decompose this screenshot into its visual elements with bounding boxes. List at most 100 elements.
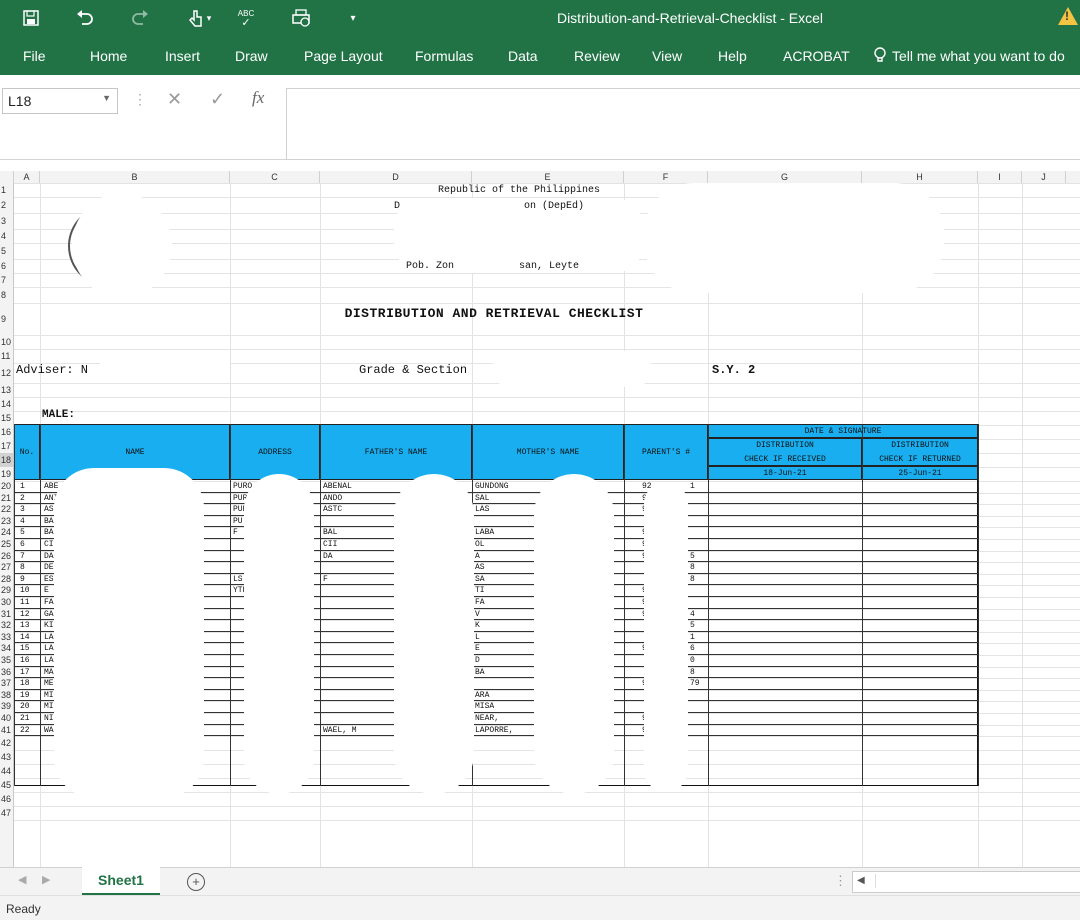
tab-help[interactable]: Help — [718, 37, 747, 75]
mother-name: AS — [475, 563, 485, 573]
row-header-1[interactable]: 1 — [0, 183, 13, 197]
row-header-34[interactable]: 34 — [0, 643, 13, 655]
row-header-41[interactable]: 41 — [0, 725, 13, 737]
row-header-31[interactable]: 31 — [0, 609, 13, 621]
scroll-left-icon[interactable]: ◀ — [18, 873, 26, 886]
student-name: LA — [44, 644, 54, 654]
row-header-39[interactable]: 39 — [0, 701, 13, 713]
row-number: 18 — [20, 679, 30, 689]
more-options-icon[interactable]: ⋮ — [133, 91, 147, 108]
tab-insert[interactable]: Insert — [165, 37, 200, 75]
row-header-29[interactable]: 29 — [0, 585, 13, 597]
split-handle-icon[interactable]: ⋮ — [834, 873, 847, 889]
row-header-33[interactable]: 33 — [0, 632, 13, 644]
father-name: ABENAL — [323, 482, 352, 491]
row-header-5[interactable]: 5 — [0, 243, 13, 259]
row-header-26[interactable]: 26 — [0, 551, 13, 563]
row-header-23[interactable]: 23 — [0, 516, 13, 528]
row-header-30[interactable]: 30 — [0, 597, 13, 609]
tab-file[interactable]: File — [23, 37, 46, 75]
row-header-16[interactable]: 16 — [0, 425, 13, 439]
name-box[interactable]: L18 ▼ — [2, 88, 118, 114]
tab-home[interactable]: Home — [90, 37, 127, 75]
row-header-19[interactable]: 19 — [0, 467, 13, 481]
column-header-e[interactable]: E — [472, 171, 624, 183]
column-header-a[interactable]: A — [14, 171, 40, 183]
column-header-j[interactable]: J — [1022, 171, 1066, 183]
formula-input[interactable] — [286, 88, 1080, 160]
row-header-45[interactable]: 45 — [0, 778, 13, 792]
row-header-22[interactable]: 22 — [0, 504, 13, 516]
row-header-13[interactable]: 13 — [0, 383, 13, 397]
row-header-20[interactable]: 20 — [0, 481, 13, 493]
sheet-tab-sheet1[interactable]: Sheet1 — [82, 867, 160, 896]
column-header-h[interactable]: H — [862, 171, 978, 183]
scroll-left-arrow-icon[interactable]: ◀ — [857, 875, 865, 886]
row-header-18[interactable]: 18 — [0, 453, 13, 467]
cancel-icon[interactable]: ✕ — [167, 89, 182, 110]
row-header-17[interactable]: 17 — [0, 439, 13, 453]
row-header-7[interactable]: 7 — [0, 273, 13, 287]
parent-number-part: 1 — [690, 632, 695, 642]
scroll-right-icon[interactable]: ▶ — [42, 873, 50, 886]
row-number: 7 — [20, 551, 25, 561]
row-header-21[interactable]: 21 — [0, 493, 13, 505]
row-header-28[interactable]: 28 — [0, 574, 13, 586]
row-header-40[interactable]: 40 — [0, 713, 13, 725]
row-header-36[interactable]: 36 — [0, 667, 13, 679]
father-name: ANDO — [323, 493, 343, 503]
column-header-f[interactable]: F — [624, 171, 708, 183]
row-header-27[interactable]: 27 — [0, 562, 13, 574]
row-header-24[interactable]: 24 — [0, 527, 13, 539]
row-header-35[interactable]: 35 — [0, 655, 13, 667]
row-header-47[interactable]: 47 — [0, 806, 13, 820]
column-header-b[interactable]: B — [40, 171, 230, 183]
column-header-i[interactable]: I — [978, 171, 1022, 183]
enter-icon[interactable]: ✓ — [210, 89, 225, 110]
row-header-25[interactable]: 25 — [0, 539, 13, 551]
tab-acrobat[interactable]: ACROBAT — [783, 37, 850, 75]
horizontal-scrollbar[interactable]: ◀ — [852, 871, 1080, 893]
tell-me-search[interactable]: Tell me what you want to do — [873, 37, 1065, 75]
add-sheet-button[interactable]: + — [187, 873, 205, 891]
tab-page-layout[interactable]: Page Layout — [304, 37, 383, 75]
row-header-2[interactable]: 2 — [0, 197, 13, 213]
tab-view[interactable]: View — [652, 37, 682, 75]
tab-draw[interactable]: Draw — [235, 37, 268, 75]
column-header-c[interactable]: C — [230, 171, 320, 183]
mother-name: FA — [475, 598, 485, 607]
row-header-10[interactable]: 10 — [0, 335, 13, 349]
row-header-3[interactable]: 3 — [0, 213, 13, 229]
school-year-label: S.Y. 2 — [712, 363, 756, 377]
row-header-11[interactable]: 11 — [0, 349, 13, 363]
mother-name: MISA — [475, 702, 495, 712]
row-header-4[interactable]: 4 — [0, 229, 13, 243]
column-header-g[interactable]: G — [708, 171, 862, 183]
row-header-14[interactable]: 14 — [0, 397, 13, 411]
male-label: MALE: — [42, 409, 76, 421]
row-header-6[interactable]: 6 — [0, 259, 13, 273]
row-header-46[interactable]: 46 — [0, 792, 13, 806]
mother-name: LAPORRE, — [475, 725, 514, 735]
tab-data[interactable]: Data — [508, 37, 538, 75]
select-all-button[interactable] — [0, 171, 14, 183]
row-header-44[interactable]: 44 — [0, 764, 13, 778]
row-header-37[interactable]: 37 — [0, 678, 13, 690]
column-header-d[interactable]: D — [320, 171, 472, 183]
row-header-43[interactable]: 43 — [0, 750, 13, 764]
row-header-38[interactable]: 38 — [0, 690, 13, 702]
row-header-9[interactable]: 9 — [0, 303, 13, 335]
row-header-32[interactable]: 32 — [0, 620, 13, 632]
father-name: ASTC — [323, 505, 343, 515]
row-header-42[interactable]: 42 — [0, 736, 13, 750]
row-header-8[interactable]: 8 — [0, 287, 13, 303]
tab-formulas[interactable]: Formulas — [415, 37, 473, 75]
status-ready: Ready — [6, 902, 41, 916]
tab-review[interactable]: Review — [574, 37, 620, 75]
header-distribution-2: DISTRIBUTION — [891, 441, 949, 450]
row-header-12[interactable]: 12 — [0, 363, 13, 383]
insert-function-button[interactable]: fx — [252, 88, 264, 108]
name-box-value: L18 — [8, 93, 32, 109]
warning-icon[interactable] — [1058, 7, 1078, 25]
row-header-15[interactable]: 15 — [0, 411, 13, 425]
